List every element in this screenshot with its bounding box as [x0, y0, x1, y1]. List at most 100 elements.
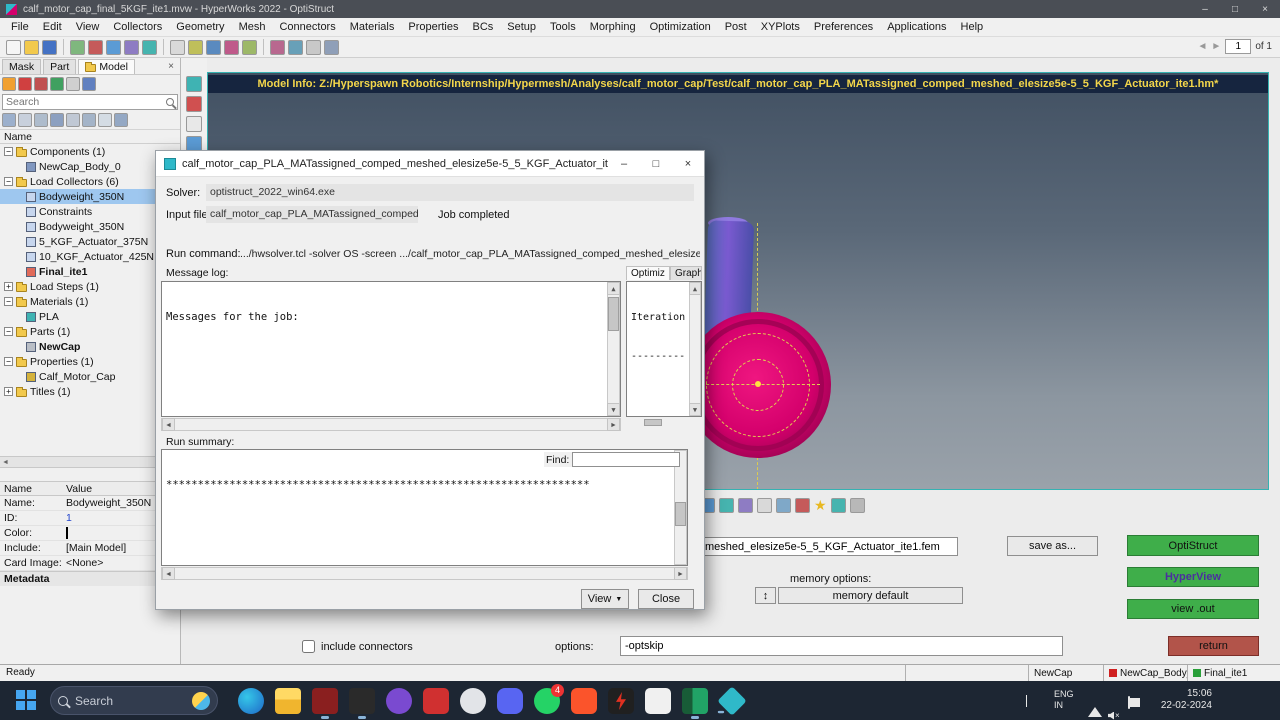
toolbar-icon[interactable] — [242, 40, 257, 55]
discord-icon[interactable] — [497, 688, 523, 714]
altair-icon[interactable] — [386, 688, 412, 714]
toolbar-icon[interactable] — [88, 40, 103, 55]
tab-part[interactable]: Part — [43, 59, 76, 74]
volume-muted-icon[interactable]: × — [1108, 696, 1120, 720]
view-control-icon[interactable] — [831, 498, 846, 513]
toolbar-icon[interactable] — [324, 40, 339, 55]
browser-icon[interactable] — [34, 77, 48, 91]
collapse-icon[interactable]: − — [4, 297, 13, 306]
edge-icon[interactable] — [238, 688, 264, 714]
toolbar-icon[interactable] — [224, 40, 239, 55]
nav-back-icon[interactable]: ◄ — [1198, 41, 1208, 52]
menu-item[interactable]: Edit — [36, 19, 69, 35]
menu-item[interactable]: Connectors — [272, 19, 342, 35]
menu-item[interactable]: Collectors — [106, 19, 169, 35]
view-control-icon[interactable] — [776, 498, 791, 513]
splitter-handle[interactable] — [644, 419, 662, 426]
toolbar-icon[interactable] — [306, 40, 321, 55]
browser-icon[interactable] — [18, 113, 32, 127]
tab-close-icon[interactable]: × — [164, 61, 178, 72]
status-cell-component[interactable]: NewCap_Body_0 — [1103, 665, 1187, 681]
tree-item-10kgf-actuator[interactable]: 10_KGF_Actuator_425N — [0, 249, 180, 264]
browser-icon[interactable] — [98, 113, 112, 127]
browser-icon[interactable] — [66, 77, 80, 91]
menu-item[interactable]: Materials — [343, 19, 402, 35]
tab-mask[interactable]: Mask — [2, 59, 41, 74]
scroll-down-icon[interactable]: ▼ — [689, 403, 701, 416]
nav-forward-icon[interactable]: ► — [1211, 41, 1221, 52]
hyperview-button[interactable]: HyperView — [1127, 567, 1259, 587]
view-control-icon[interactable] — [795, 498, 810, 513]
language-indicator[interactable]: ENGIN — [1054, 689, 1074, 720]
toolbar-icon[interactable] — [206, 40, 221, 55]
close-icon[interactable]: × — [1250, 4, 1280, 15]
collapse-icon[interactable]: − — [4, 147, 13, 156]
tree-item-newcap-body[interactable]: NewCap_Body_0 — [0, 159, 180, 174]
file-explorer-icon[interactable] — [275, 688, 301, 714]
tab-graph[interactable]: Graph — [670, 266, 702, 280]
favorites-star-icon[interactable]: ★ — [814, 498, 827, 513]
status-cell-part[interactable]: NewCap — [1028, 665, 1103, 681]
brave-icon[interactable] — [571, 688, 597, 714]
close-button[interactable]: Close — [638, 589, 694, 609]
status-cell-loadcol[interactable]: Final_ite1 — [1187, 665, 1262, 681]
minimize-icon[interactable]: – — [1190, 4, 1220, 15]
search-input[interactable] — [3, 96, 166, 108]
hyperworks-2022-icon[interactable] — [349, 688, 375, 714]
dialog-minimize-icon[interactable]: – — [608, 158, 640, 170]
menu-item[interactable]: File — [4, 19, 36, 35]
prop-row-color[interactable]: Color: — [0, 526, 180, 541]
view-control-icon[interactable] — [719, 498, 734, 513]
tree-item-5kgf-actuator[interactable]: 5_KGF_Actuator_375N — [0, 234, 180, 249]
save-as-button[interactable]: save as... — [1007, 536, 1098, 556]
new-file-icon[interactable] — [6, 40, 21, 55]
view-dropdown-button[interactable]: View▼ — [581, 589, 629, 609]
message-log-box[interactable]: Messages for the job: *** ERROR # 15 ***… — [161, 281, 621, 417]
browser-icon[interactable] — [50, 113, 64, 127]
page-number-input[interactable] — [1225, 39, 1251, 54]
browser-icon[interactable] — [82, 77, 96, 91]
taskbar-search[interactable]: Search — [50, 686, 218, 715]
scroll-right-icon[interactable]: ► — [607, 418, 620, 431]
dialog-maximize-icon[interactable]: □ — [640, 158, 672, 170]
toolbar-icon[interactable] — [70, 40, 85, 55]
settings-gear-icon[interactable] — [850, 498, 865, 513]
message-log-hscrollbar[interactable]: ◄ ► — [161, 418, 621, 431]
tree-item-pla[interactable]: PLA — [0, 309, 180, 324]
browser-icon[interactable] — [50, 77, 64, 91]
browser-icon[interactable] — [2, 77, 16, 91]
find-input[interactable] — [572, 452, 680, 467]
menu-item[interactable]: Preferences — [807, 19, 880, 35]
save-file-icon[interactable] — [42, 40, 57, 55]
view-out-button[interactable]: view .out — [1127, 599, 1259, 619]
menu-item[interactable]: Help — [954, 19, 991, 35]
scroll-left-icon[interactable]: ◄ — [162, 567, 175, 580]
tree-horizontal-scrollbar[interactable]: ◄ ► — [0, 456, 180, 468]
options-input[interactable] — [620, 636, 1063, 656]
dialog-title-bar[interactable]: calf_motor_cap_PLA_MATassigned_comped_me… — [156, 151, 704, 177]
wifi-icon[interactable] — [1088, 696, 1102, 720]
expand-icon[interactable]: + — [4, 282, 13, 291]
collapse-icon[interactable]: − — [4, 177, 13, 186]
menu-item[interactable]: View — [69, 19, 107, 35]
dialog-close-icon[interactable]: × — [672, 158, 704, 170]
scroll-down-icon[interactable]: ▼ — [607, 403, 620, 416]
hyperworks-icon[interactable] — [717, 686, 746, 715]
menu-item[interactable]: Properties — [401, 19, 465, 35]
tree-item-newcap[interactable]: NewCap — [0, 339, 180, 354]
return-button[interactable]: return — [1168, 636, 1259, 656]
tree-item-bodyweight-350n-2[interactable]: Bodyweight_350N — [0, 219, 180, 234]
tree-item-materials[interactable]: − Materials (1) — [0, 294, 180, 309]
notes-app-icon[interactable] — [645, 688, 671, 714]
browser-icon[interactable] — [34, 113, 48, 127]
side-toolbar-icon[interactable] — [186, 96, 202, 112]
solidworks-icon[interactable] — [312, 688, 338, 714]
scroll-left-icon[interactable]: ◄ — [2, 459, 9, 466]
scroll-right-icon[interactable]: ► — [674, 567, 687, 580]
start-button[interactable] — [16, 690, 36, 710]
tree-item-properties[interactable]: − Properties (1) — [0, 354, 180, 369]
browser-icon[interactable] — [2, 113, 16, 127]
menu-item[interactable]: XYPlots — [754, 19, 807, 35]
toolbar-icon[interactable] — [106, 40, 121, 55]
tree-item-bodyweight-350n[interactable]: Bodyweight_350N — [0, 189, 180, 204]
